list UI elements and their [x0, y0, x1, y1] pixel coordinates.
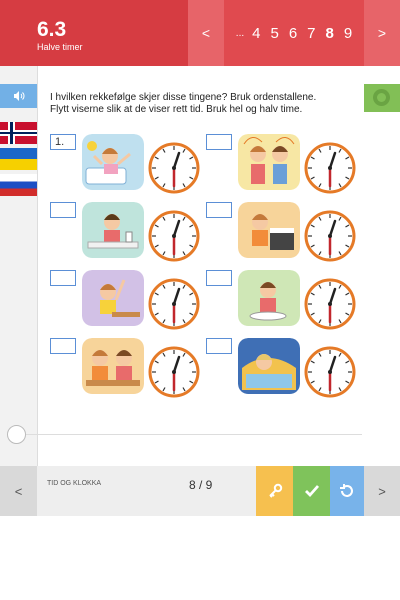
page-link-4[interactable]: 4	[252, 25, 260, 42]
order-answer-input[interactable]	[206, 134, 232, 150]
norwegian-flag-icon[interactable]	[0, 122, 37, 144]
page-link-6[interactable]: 6	[289, 25, 297, 42]
clock[interactable]	[148, 278, 200, 330]
illustration-at-school	[82, 270, 144, 326]
slider-handle[interactable]	[7, 425, 26, 444]
page-link-5[interactable]: 5	[270, 25, 278, 42]
order-answer-input[interactable]	[50, 270, 76, 286]
order-answer-input[interactable]	[50, 338, 76, 354]
check-answer-button[interactable]	[293, 466, 330, 516]
slider-track	[26, 434, 362, 435]
header-bar: 6.3 Halve timer < ... 4 5 6 7 8 9 >	[0, 0, 400, 66]
next-page-button[interactable]: >	[364, 0, 400, 66]
checkmark-icon	[304, 485, 319, 498]
clock[interactable]	[304, 278, 356, 330]
order-answer-input[interactable]	[206, 202, 232, 218]
task-item	[206, 202, 356, 264]
clock[interactable]	[148, 142, 200, 194]
key-icon	[268, 483, 282, 498]
illustration-eating-dinner	[238, 270, 300, 326]
instruction-line-1: I hvilken rekkefølge skjer disse tingene…	[50, 92, 317, 103]
task-item	[206, 134, 356, 196]
speaker-icon	[13, 91, 24, 101]
page-indicator: 8 / 9	[189, 478, 213, 492]
illustration-two-children-at-table	[82, 338, 144, 394]
task-item	[206, 270, 356, 332]
task-item	[50, 270, 200, 332]
illustration-brushing-hair	[238, 134, 300, 190]
illustration-eating-breakfast	[82, 202, 144, 258]
instruction-line-2: Flytt viserne slik at de viser rett tid.…	[50, 104, 303, 115]
russian-flag-icon[interactable]	[0, 174, 37, 196]
medal-icon	[373, 89, 390, 106]
chapter-title: Halve timer	[37, 42, 83, 52]
illustration-waking-up	[82, 134, 144, 190]
award-badge[interactable]	[364, 84, 400, 112]
audio-button[interactable]	[0, 84, 37, 108]
pages-ellipsis: ...	[235, 27, 245, 39]
page-navigation: ... 4 5 6 7 8 9	[224, 0, 364, 66]
clock[interactable]	[304, 142, 356, 194]
order-answer-input[interactable]	[206, 270, 232, 286]
task-instructions: I hvilken rekkefølge skjer disse tingene…	[50, 92, 350, 116]
answer-key-button[interactable]	[256, 466, 293, 516]
chapter-block: 6.3 Halve timer	[0, 0, 188, 66]
clock[interactable]	[148, 210, 200, 262]
illustration-playing-piano	[238, 202, 300, 258]
task-item	[50, 338, 200, 400]
footer-prev-button[interactable]: <	[0, 466, 37, 516]
reset-icon	[340, 484, 353, 497]
clock[interactable]	[304, 346, 356, 398]
reset-button[interactable]	[330, 466, 364, 516]
footer-bar: < TID OG KLOKKA 8 / 9 >	[0, 466, 400, 516]
illustration-sleeping	[238, 338, 300, 394]
prev-page-button[interactable]: <	[188, 0, 224, 66]
page-link-current[interactable]: 8	[326, 25, 334, 42]
order-answer-input[interactable]: 1.	[50, 134, 76, 150]
chapter-number: 6.3	[37, 18, 67, 41]
task-item	[50, 202, 200, 264]
clock[interactable]	[304, 210, 356, 262]
order-answer-input[interactable]	[206, 338, 232, 354]
task-item: 1.	[50, 134, 200, 196]
page-link-9[interactable]: 9	[344, 25, 352, 42]
task-item	[206, 338, 356, 400]
footer-next-button[interactable]: >	[364, 466, 400, 516]
ukrainian-flag-icon[interactable]	[0, 148, 37, 170]
clock[interactable]	[148, 346, 200, 398]
page-link-7[interactable]: 7	[307, 25, 315, 42]
topic-label: TID OG KLOKKA	[47, 480, 102, 487]
order-answer-input[interactable]	[50, 202, 76, 218]
